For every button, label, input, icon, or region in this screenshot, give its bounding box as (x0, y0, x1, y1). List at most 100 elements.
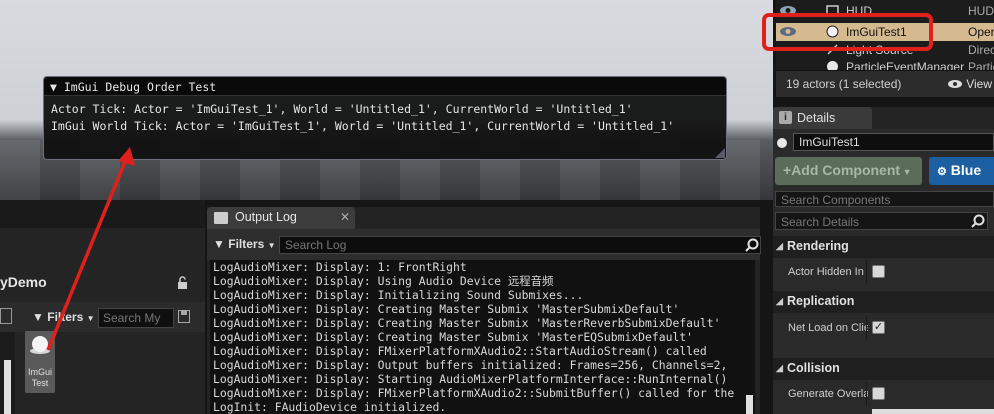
log-icon (214, 212, 228, 224)
log-text-area[interactable]: LogAudioMixer: Display: 1: FrontRight Log… (210, 260, 755, 414)
info-icon: i (779, 111, 792, 124)
imgui-window-title: ImGui Debug Order Test (63, 80, 217, 94)
level-viewport[interactable]: ▼ ImGui Debug Order Test Actor Tick: Act… (0, 0, 773, 200)
annotation-highlight-box (762, 13, 933, 51)
outliner-row-particle-event-manager[interactable]: ParticleEventManager Partic (776, 58, 994, 70)
column-divider (866, 316, 867, 340)
add-component-label: Add Component (791, 162, 901, 178)
search-details-input[interactable]: Search Details (775, 212, 988, 230)
actor-name-field[interactable]: ImGuiTest1 (793, 133, 994, 151)
actor-count-text: 19 actors (1 selected) (786, 77, 902, 91)
view-options-label: View (966, 77, 992, 91)
log-line: LogAudioMixer: Display: FMixerPlatformXA… (213, 386, 735, 400)
category-collision[interactable]: ◢ Collision (773, 358, 994, 380)
sources-panel-strip (0, 332, 15, 414)
log-line: LogInit: FAudioDevice initialized. (213, 400, 447, 414)
prop-net-load-on-client: Net Load on Clie ✓ (773, 316, 994, 340)
view-options-button[interactable]: View (947, 77, 992, 91)
funnel-icon: ▼ (32, 310, 44, 324)
search-components-input[interactable]: Search Components (775, 191, 994, 207)
actor-sphere-icon (777, 138, 787, 148)
prop-label: Net Load on Clie (788, 322, 868, 334)
tab-output-log[interactable]: Output Log ✕ (207, 207, 355, 229)
blueprint-icon: ⚙ (937, 166, 947, 178)
imgui-actor-tick-line: Actor Tick: Actor = 'ImGuiTest_1', World… (51, 102, 633, 116)
details-panel: i Details ImGuiTest1 +Add Component ▼ ⚙ … (773, 107, 994, 414)
outliner-item-type: HUD (968, 4, 994, 18)
dropdown-arrow-icon: ▼ (900, 167, 912, 177)
filters-button[interactable]: ▼ Filters ▼ (213, 237, 276, 251)
outliner-item-type: Oper (968, 25, 994, 39)
log-line: LogAudioMixer: Display: Initializing Sou… (213, 288, 584, 302)
scrollbar-thumb[interactable] (746, 395, 753, 414)
asset-label-line-2: Test (31, 378, 49, 388)
save-search-icon[interactable] (178, 310, 190, 323)
outliner-item-name: ParticleEventManager (846, 60, 965, 70)
net-load-checkbox[interactable]: ✓ (872, 321, 885, 334)
prop-generate-overlap-events: Generate Overla (773, 382, 994, 406)
collapse-arrow-icon: ◢ (776, 363, 783, 373)
category-replication-label: Replication (787, 294, 855, 308)
imgui-world-tick-line: ImGui World Tick: Actor = 'ImGuiTest_1',… (51, 119, 675, 133)
category-rendering-label: Rendering (787, 239, 849, 253)
log-line: LogAudioMixer: Display: Creating Master … (213, 330, 694, 344)
blueprint-label: Blue (950, 162, 982, 178)
blueprint-button[interactable]: ⚙ Blue (929, 157, 994, 185)
column-divider (866, 260, 867, 284)
search-log-input[interactable]: Search Log (279, 236, 761, 254)
filters-label: Filters (228, 237, 265, 251)
resize-grip-icon[interactable] (715, 148, 725, 158)
close-icon[interactable]: ✕ (340, 210, 350, 224)
column-divider (866, 382, 867, 406)
log-line: LogAudioMixer: Display: Creating Master … (213, 316, 721, 330)
category-rendering[interactable]: ◢ Rendering (773, 236, 994, 258)
content-browser-header-strip (0, 200, 205, 228)
lock-icon[interactable] (176, 276, 189, 290)
output-log-toolbar: ▼ Filters ▼ Search Log (207, 229, 761, 260)
outliner-item-type: Partic (968, 60, 994, 70)
filters-label: Filters (47, 310, 84, 324)
actor-hidden-checkbox[interactable] (872, 265, 885, 278)
collision-preset-field[interactable] (872, 409, 994, 414)
generate-overlap-checkbox[interactable] (872, 387, 885, 400)
outliner-status-bar: 19 actors (1 selected) View (776, 70, 994, 97)
category-replication[interactable]: ◢ Replication (773, 291, 994, 313)
plus-icon: + (783, 162, 792, 178)
filters-button[interactable]: ▼ Filters ▼ (32, 310, 95, 324)
asset-label-line-1: ImGui (27, 367, 52, 377)
prop-label: Actor Hidden In (788, 266, 864, 278)
sphere-icon (826, 60, 839, 70)
content-browser-toolbar: ▼ Filters ▼ Search My (0, 302, 205, 332)
asset-label: ImGui Test (25, 367, 55, 389)
list-view-icon[interactable] (0, 308, 12, 324)
content-browser: yDemo ▼ Filters ▼ Search My ImGui Test (0, 200, 205, 414)
outliner-item-type: Direc (968, 43, 994, 57)
imgui-title-bar[interactable]: ▼ ImGui Debug Order Test (44, 77, 726, 96)
log-line: LogAudioMixer: Display: 1: FrontRight (213, 260, 467, 274)
asset-tile-imgui-test[interactable]: ImGui Test (25, 331, 55, 393)
category-collision-label: Collision (787, 361, 840, 375)
prop-actor-hidden-in-game: Actor Hidden In (773, 260, 994, 284)
tab-details-label: Details (797, 111, 836, 125)
log-line: LogAudioMixer: Display: Output buffers i… (213, 358, 728, 372)
project-title: yDemo (0, 274, 47, 290)
collapse-triangle-icon[interactable]: ▼ (50, 80, 57, 94)
output-log-panel: Output Log ✕ ▼ Filters ▼ Search Log LogA… (207, 207, 761, 414)
search-assets-input[interactable]: Search My (98, 308, 174, 328)
tab-output-log-label: Output Log (235, 210, 297, 224)
sphere-thumbnail-icon (28, 334, 52, 356)
log-line: LogAudioMixer: Display: FMixerPlatformXA… (213, 344, 707, 358)
collapse-arrow-icon: ◢ (776, 241, 783, 251)
imgui-debug-window[interactable]: ▼ ImGui Debug Order Test Actor Tick: Act… (43, 76, 727, 160)
log-line: LogAudioMixer: Display: Creating Master … (213, 302, 680, 316)
search-icon[interactable] (745, 238, 759, 252)
prop-label: Generate Overla (788, 388, 868, 400)
chevron-down-icon: ▼ (267, 241, 276, 250)
chevron-down-icon: ▼ (86, 314, 95, 323)
tab-details[interactable]: i Details (773, 107, 872, 129)
collapse-arrow-icon: ◢ (776, 296, 783, 306)
search-icon[interactable] (971, 214, 985, 228)
funnel-icon: ▼ (213, 237, 225, 251)
scrollbar-thumb[interactable] (4, 360, 11, 414)
add-component-button[interactable]: +Add Component ▼ (775, 157, 922, 185)
